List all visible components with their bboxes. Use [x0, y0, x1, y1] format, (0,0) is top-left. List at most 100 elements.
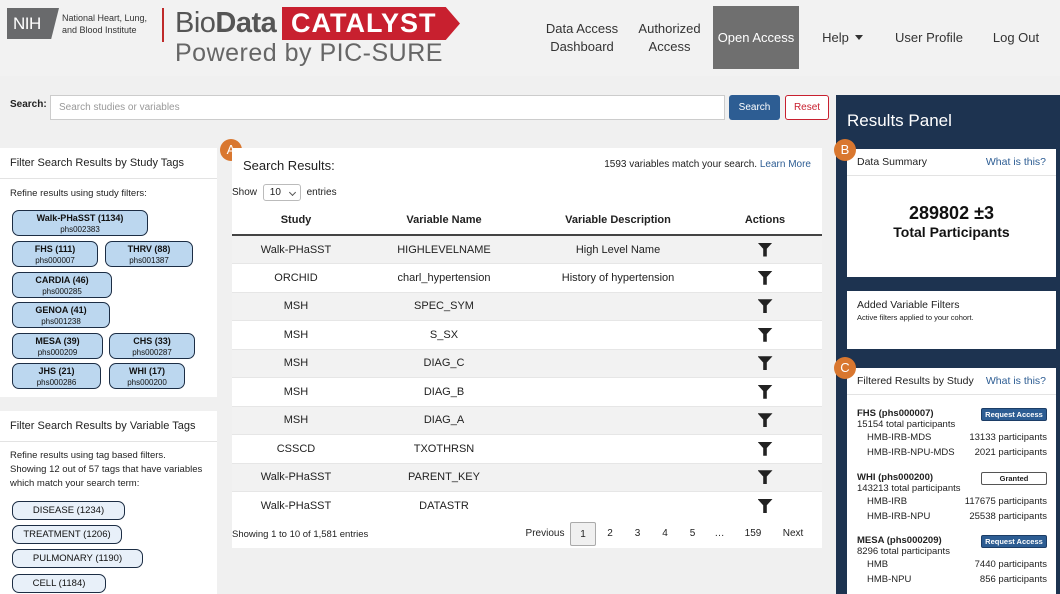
cell-variable-name: PARENT_KEY — [360, 462, 528, 492]
search-button[interactable]: Search — [729, 95, 780, 120]
study-tag[interactable]: GENOA (41) phs001238 — [12, 302, 110, 328]
pagination-page[interactable]: 3 — [624, 522, 651, 546]
what-is-this-link[interactable]: What is this? — [986, 375, 1046, 387]
brand-catalyst[interactable]: CATALYST — [282, 7, 460, 40]
filtered-results-title: Filtered Results by Study — [857, 375, 974, 387]
nih-logo[interactable]: NIH — [7, 8, 59, 39]
pagination-next[interactable]: Next — [773, 522, 813, 546]
nav-logout[interactable]: Log Out — [982, 6, 1050, 69]
pagination-page[interactable]: 1 — [570, 522, 596, 546]
pagination-previous[interactable]: Previous — [520, 522, 570, 546]
cell-study: CSSCD — [232, 434, 360, 463]
study-tag[interactable]: FHS (111) phs000007 — [12, 241, 98, 267]
consent-count: 25538 participants — [969, 511, 1047, 522]
variable-tag[interactable]: CELL (1184) — [12, 574, 106, 593]
filter-icon[interactable] — [757, 413, 773, 428]
study-tag-id: phs000286 — [36, 378, 77, 387]
brand-biodata[interactable]: BioData — [175, 6, 277, 40]
cell-variable-name: DATASTR — [360, 491, 528, 520]
request-access-button[interactable]: Request Access — [981, 408, 1047, 421]
pagination-page[interactable]: 5 — [679, 522, 706, 546]
study-tag[interactable]: THRV (88) phs001387 — [105, 241, 193, 267]
table-row[interactable]: Walk-PHaSST PARENT_KEY — [232, 462, 822, 492]
table-row[interactable]: MSH DIAG_B — [232, 377, 822, 406]
consent-name: HMB-IRB-MDS — [867, 432, 932, 443]
study-tag-name: WHI (17) — [129, 366, 165, 376]
filter-icon[interactable] — [757, 327, 773, 342]
column-header-variable-description[interactable]: Variable Description — [528, 206, 708, 236]
study-tag[interactable]: Walk-PHaSST (1134) phs002383 — [12, 210, 148, 236]
what-is-this-link[interactable]: What is this? — [986, 156, 1046, 168]
total-participants-value: 289802 ±3 — [909, 203, 994, 223]
study-tag[interactable]: WHI (17) phs000200 — [109, 363, 185, 389]
pagination-page[interactable]: 2 — [596, 522, 624, 546]
filter-icon[interactable] — [757, 470, 773, 485]
study-tag[interactable]: CARDIA (46) phs000285 — [12, 272, 112, 298]
nav-label: Open Access — [717, 29, 795, 45]
variable-tag[interactable]: PULMONARY (1190) — [12, 549, 143, 568]
brand-powered-by: Powered by PIC-SURE — [175, 39, 443, 67]
consent-name: HMB-IRB-NPU-MDS — [867, 447, 955, 458]
search-input[interactable] — [50, 95, 725, 120]
data-summary-header: Data Summary What is this? — [847, 149, 1056, 176]
cell-variable-name: HIGHLEVELNAME — [360, 234, 528, 264]
study-tag[interactable]: CHS (33) phs000287 — [109, 333, 195, 359]
table-row[interactable]: Walk-PHaSST HIGHLEVELNAME High Level Name — [232, 234, 822, 264]
consent-name: HMB — [867, 559, 889, 570]
nav-open-access[interactable]: Open Access — [713, 6, 799, 69]
filter-icon[interactable] — [757, 242, 773, 257]
table-row[interactable]: MSH SPEC_SYM — [232, 291, 822, 321]
nih-institute-name: National Heart, Lung, and Blood Institut… — [62, 13, 148, 35]
filter-icon[interactable] — [757, 356, 773, 371]
page-size-control: Show 10 entries — [232, 184, 337, 201]
nav-user-profile[interactable]: User Profile — [884, 6, 974, 69]
filter-icon[interactable] — [757, 441, 773, 456]
cell-variable-description — [528, 291, 708, 321]
table-row[interactable]: MSH DIAG_A — [232, 405, 822, 435]
pagination-ellipsis: … — [714, 528, 725, 539]
nav-authorized-access[interactable]: Authorized Access — [632, 6, 707, 69]
results-panel: Results Panel Data Summary What is this? … — [836, 95, 1060, 594]
column-header-study[interactable]: Study — [232, 206, 360, 236]
column-header-variable-name[interactable]: Variable Name — [360, 206, 528, 236]
cell-study: MSH — [232, 291, 360, 321]
filter-icon[interactable] — [757, 384, 773, 399]
table-header-row: Study Variable Name Variable Description… — [232, 206, 822, 236]
nav-label: Log Out — [992, 29, 1040, 45]
cell-variable-name: S_SX — [360, 320, 528, 349]
pagination-page[interactable]: 4 — [651, 522, 679, 546]
table-row[interactable]: ORCHID charl_hypertension History of hyper… — [232, 263, 822, 292]
study-result: WHI (phs000200) Granted 143213 total par… — [857, 472, 1047, 524]
total-participants-label: Total Participants — [893, 224, 1010, 240]
pagination-page[interactable]: 159 — [733, 522, 773, 546]
table-row[interactable]: MSH S_SX — [232, 320, 822, 349]
cell-actions — [708, 405, 822, 435]
study-tags-title: Filter Search Results by Study Tags — [0, 148, 217, 179]
filter-icon[interactable] — [757, 499, 773, 513]
table-row[interactable]: CSSCD TXOTHRSN — [232, 434, 822, 463]
table-row[interactable]: MSH DIAG_C — [232, 348, 822, 378]
cell-actions — [708, 491, 822, 520]
page-size-select[interactable]: 10 — [262, 184, 301, 201]
consent-row: HMB-IRB 117675 participants — [857, 494, 1047, 509]
cell-variable-description: History of hypertension — [528, 263, 708, 292]
study-tag[interactable]: JHS (21) phs000286 — [12, 363, 101, 389]
consent-count: 117675 participants — [964, 496, 1047, 507]
filter-icon[interactable] — [757, 299, 773, 314]
nav-label-line1: Data Access — [545, 20, 619, 36]
filter-icon[interactable] — [757, 270, 773, 285]
table-row[interactable]: Walk-PHaSST DATASTR — [232, 491, 822, 520]
request-access-button[interactable]: Request Access — [981, 535, 1047, 548]
show-label: Show — [232, 187, 258, 199]
cell-actions — [708, 348, 822, 378]
table-info: Showing 1 to 10 of 1,581 entries — [232, 529, 369, 540]
chevron-down-icon — [854, 35, 863, 40]
nav-help[interactable]: Help — [810, 6, 875, 69]
reset-button[interactable]: Reset — [785, 95, 829, 120]
study-tag-id: phs001238 — [41, 317, 81, 326]
variable-tag[interactable]: DISEASE (1234) — [12, 501, 125, 520]
study-tag[interactable]: MESA (39) phs000209 — [12, 333, 103, 359]
nav-data-access-dashboard[interactable]: Data Access Dashboard — [538, 6, 626, 69]
variable-tag[interactable]: TREATMENT (1206) — [12, 525, 122, 544]
learn-more-link[interactable]: Learn More — [760, 159, 811, 170]
